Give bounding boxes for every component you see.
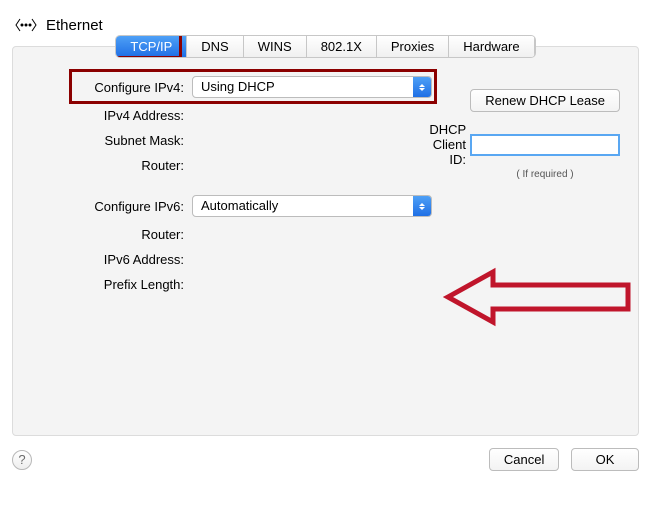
label-configure-ipv6: Configure IPv6: xyxy=(37,199,192,214)
label-ipv6-address: IPv6 Address: xyxy=(37,252,192,267)
row-configure-ipv6: Configure IPv6: Automatically xyxy=(37,195,614,217)
ethernet-icon xyxy=(14,16,38,34)
settings-panel: TCP/IP DNS WINS 802.1X Proxies Hardware … xyxy=(12,46,639,436)
cancel-button[interactable]: Cancel xyxy=(489,448,559,471)
tab-wins[interactable]: WINS xyxy=(244,36,307,57)
chevrons-icon xyxy=(413,77,431,97)
dhcp-client-id-input[interactable] xyxy=(470,134,620,156)
tab-proxies[interactable]: Proxies xyxy=(377,36,449,57)
window-title: Ethernet xyxy=(46,17,103,34)
tab-dns[interactable]: DNS xyxy=(187,36,243,57)
right-column: Renew DHCP Lease DHCP Client ID: ( If re… xyxy=(430,89,620,180)
label-prefix-length: Prefix Length: xyxy=(37,277,192,292)
annotation-arrow xyxy=(443,267,633,330)
label-subnet-mask: Subnet Mask: xyxy=(37,133,192,148)
renew-dhcp-lease-button[interactable]: Renew DHCP Lease xyxy=(470,89,620,112)
label-router: Router: xyxy=(37,158,192,173)
dhcp-client-id-hint: ( If required ) xyxy=(470,169,620,180)
tab-hardware[interactable]: Hardware xyxy=(449,36,534,57)
ok-button[interactable]: OK xyxy=(571,448,639,471)
tab-bar: TCP/IP DNS WINS 802.1X Proxies Hardware xyxy=(31,35,620,58)
chevrons-icon xyxy=(413,196,431,216)
tab-tcpip[interactable]: TCP/IP xyxy=(116,36,187,57)
label-configure-ipv4: Configure IPv4: xyxy=(37,80,192,95)
row-ipv6-address: IPv6 Address: xyxy=(37,252,614,267)
select-ipv4-value: Using DHCP xyxy=(193,77,413,97)
help-button[interactable]: ? xyxy=(12,450,32,470)
label-router6: Router: xyxy=(37,227,192,242)
tab-8021x[interactable]: 802.1X xyxy=(307,36,377,57)
label-dhcp-client-id: DHCP Client ID: xyxy=(429,122,466,167)
label-ipv4-address: IPv4 Address: xyxy=(37,108,192,123)
select-configure-ipv6[interactable]: Automatically xyxy=(192,195,432,217)
footer: ? Cancel OK xyxy=(12,448,639,471)
row-router6: Router: xyxy=(37,227,614,242)
select-configure-ipv4[interactable]: Using DHCP xyxy=(192,76,432,98)
select-ipv6-value: Automatically xyxy=(193,196,413,216)
